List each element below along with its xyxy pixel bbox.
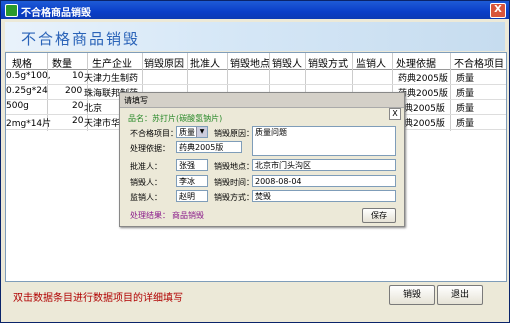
cell-item: 质量 xyxy=(456,89,475,99)
cell-spec: 0.25g*24 xyxy=(6,86,48,96)
col-header[interactable]: 销毁地点 xyxy=(230,55,270,70)
cell-qty: 20 xyxy=(72,101,84,111)
time-field[interactable]: 2008-08-04 xyxy=(252,175,396,187)
cell-qty: 20 xyxy=(72,116,84,126)
basis-field[interactable]: 药典2005版 xyxy=(176,141,242,153)
reason-label: 销毁原因： xyxy=(214,129,254,138)
method-field[interactable]: 焚毁 xyxy=(252,190,396,202)
page-header: 不合格商品销毁 xyxy=(5,22,505,51)
close-button[interactable]: X xyxy=(490,3,506,18)
reason-field[interactable]: 质量问题 xyxy=(252,126,396,156)
cell-spec: 2mg*14片 xyxy=(6,119,52,129)
destroy-button[interactable]: 销毁 xyxy=(389,285,435,305)
approver-label: 批准人： xyxy=(130,162,162,171)
unqualified-label: 不合格项目： xyxy=(130,129,178,138)
window-title: 不合格商品销毁 xyxy=(21,8,91,19)
col-header[interactable]: 销毁原因 xyxy=(144,55,184,70)
col-header[interactable]: 销毁方式 xyxy=(308,55,348,70)
method-label: 销毁方式： xyxy=(214,193,254,202)
popup-close-button[interactable]: X xyxy=(389,108,401,120)
cell-item: 质量 xyxy=(456,74,475,84)
cell-maker: 天津市华 xyxy=(84,119,121,129)
cell-basis: 典2005版 xyxy=(404,119,445,129)
col-header[interactable]: 批准人 xyxy=(190,55,220,70)
exit-button[interactable]: 退出 xyxy=(437,285,483,305)
popup-tab[interactable]: 请填写 xyxy=(120,93,404,108)
col-header[interactable]: 处理依据 xyxy=(396,55,436,70)
cell-maker: 北京 xyxy=(84,104,103,114)
cell-qty: 200 xyxy=(65,86,83,96)
col-header[interactable]: 规格 xyxy=(12,55,32,70)
popup-tab-label: 请填写 xyxy=(124,96,148,105)
table-row[interactable]: 0.5g*100, 10 天津力生制药 药典2005版 质量 xyxy=(6,69,506,85)
unqualified-select[interactable]: 质量 ▼ xyxy=(176,126,208,138)
title-bar[interactable]: 不合格商品销毁 X xyxy=(1,1,509,19)
supervisor-field[interactable]: 赵明 xyxy=(176,190,208,202)
basis-label: 处理依据： xyxy=(130,144,170,153)
cell-spec: 500g xyxy=(6,101,29,111)
chevron-down-icon: ▼ xyxy=(196,127,207,137)
destroyer-label: 销毁人： xyxy=(130,178,162,187)
cell-basis: 药典2005版 xyxy=(398,89,448,99)
page-title: 不合格商品销毁 xyxy=(21,30,141,48)
col-header[interactable]: 不合格项目 xyxy=(454,55,504,70)
main-window: 不合格商品销毁 X 不合格商品销毁 规格 数量 生产企业 销毁原因 批准人 销毁… xyxy=(0,0,510,323)
hint-text: 双击数据条目进行数据项目的详细填写 xyxy=(13,293,183,304)
place-label: 销毁地点： xyxy=(214,162,254,171)
result-value: 商品销毁 xyxy=(172,211,204,220)
destroyer-field[interactable]: 李冰 xyxy=(176,175,208,187)
place-field[interactable]: 北京市门头沟区 xyxy=(252,159,396,171)
col-header[interactable]: 数量 xyxy=(52,55,72,70)
col-header[interactable]: 监销人 xyxy=(356,55,386,70)
cell-item: 质量 xyxy=(456,104,475,114)
save-button[interactable]: 保存 xyxy=(362,208,396,223)
col-header[interactable]: 销毁人 xyxy=(272,55,302,70)
detail-popup: 请填写 X 品名：苏打片(碳酸氢钠片) 不合格项目： 质量 ▼ 销毁原因： 质量… xyxy=(119,92,405,227)
cell-basis: 药典2005版 xyxy=(398,74,448,84)
cell-spec: 0.5g*100, xyxy=(6,71,51,81)
time-label: 销毁时间： xyxy=(214,178,254,187)
cell-basis: 典2005版 xyxy=(404,104,445,114)
cell-item: 质量 xyxy=(456,119,475,129)
status-bar: 双击数据条目进行数据项目的详细填写 销毁 退出 xyxy=(5,283,505,307)
supervisor-label: 监销人： xyxy=(130,193,162,202)
col-header[interactable]: 生产企业 xyxy=(92,55,132,70)
app-icon xyxy=(5,4,18,17)
grid-header: 规格 数量 生产企业 销毁原因 批准人 销毁地点 销毁人 销毁方式 监销人 处理… xyxy=(6,53,506,70)
cell-qty: 10 xyxy=(72,71,84,81)
cell-maker: 天津力生制药 xyxy=(84,74,139,84)
item-name: 品名：苏打片(碳酸氢钠片) xyxy=(128,114,223,123)
approver-field[interactable]: 张强 xyxy=(176,159,208,171)
result-label: 处理结果： xyxy=(130,211,170,220)
unqualified-value: 质量 xyxy=(179,128,195,137)
